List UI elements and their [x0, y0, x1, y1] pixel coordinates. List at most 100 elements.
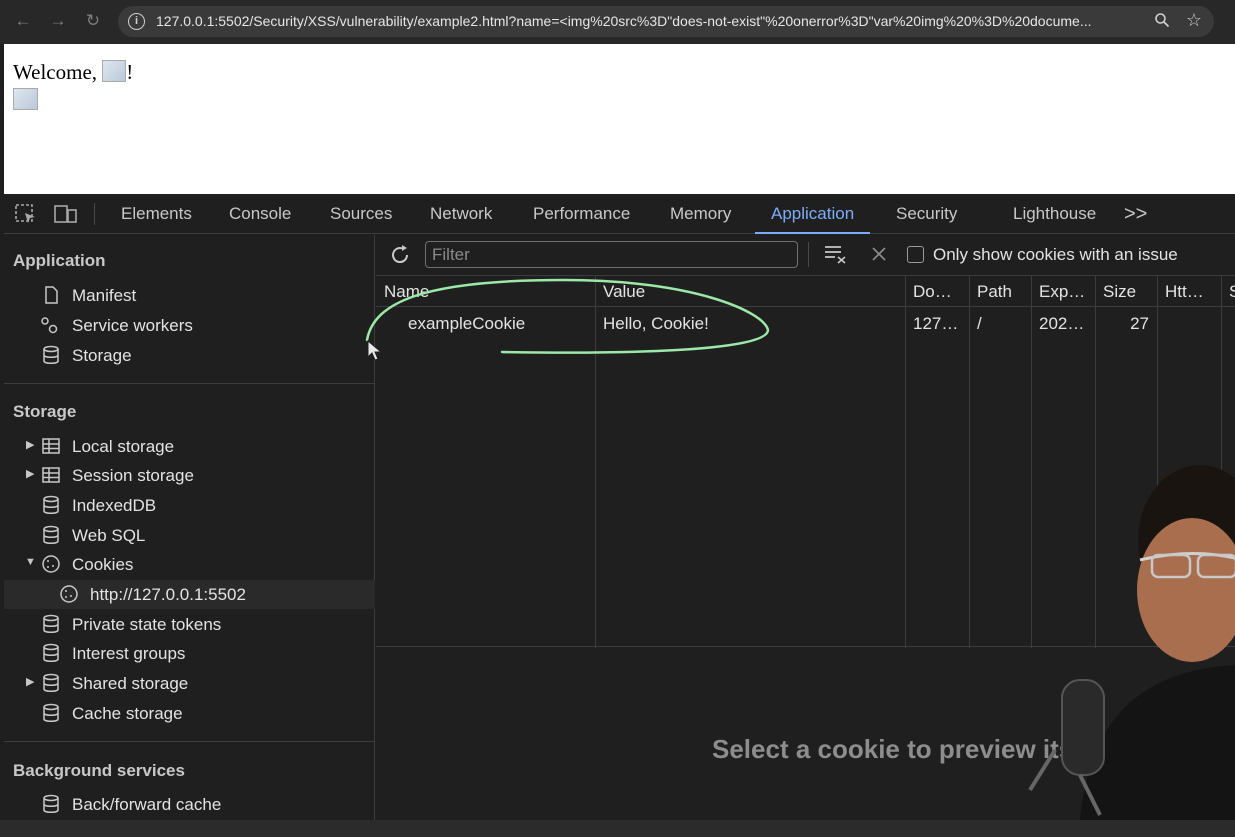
forward-icon[interactable]: →	[47, 10, 69, 32]
database-icon	[43, 703, 59, 722]
tab-elements[interactable]: Elements	[121, 194, 192, 234]
column-header-httponly[interactable]: Htt…	[1157, 276, 1221, 307]
tab-performance[interactable]: Performance	[533, 194, 630, 234]
database-icon	[43, 495, 59, 514]
tab-network[interactable]: Network	[430, 194, 492, 234]
tab-sources[interactable]: Sources	[330, 194, 392, 234]
mouse-cursor-icon	[367, 339, 383, 361]
expand-arrow-icon[interactable]: ▶	[26, 675, 34, 688]
section-divider	[4, 741, 375, 742]
cookie-icon	[42, 555, 60, 573]
sidebar-item-label: Storage	[72, 346, 132, 365]
sidebar-item-private-state-tokens[interactable]: Private state tokens	[4, 610, 375, 639]
sidebar-item-cookie-origin[interactable]: http://127.0.0.1:5502	[4, 580, 375, 609]
cookie-icon	[60, 585, 78, 603]
column-header-secure[interactable]: S	[1221, 276, 1235, 307]
window-bottom-bar	[0, 820, 1235, 837]
sidebar-item-label: Interest groups	[72, 644, 186, 663]
tab-lighthouse[interactable]: Lighthouse	[1013, 194, 1096, 234]
zoom-icon[interactable]	[1154, 12, 1170, 33]
sidebar-item-back-forward-cache[interactable]: Back/forward cache	[4, 790, 375, 819]
expand-arrow-icon[interactable]: ▶	[26, 438, 34, 451]
sidebar-item-label: Private state tokens	[72, 615, 222, 634]
welcome-prefix: Welcome,	[13, 60, 103, 84]
gears-icon	[41, 317, 58, 334]
collapse-arrow-icon[interactable]: ▼	[25, 556, 36, 568]
refresh-icon[interactable]	[388, 243, 412, 267]
database-icon	[43, 614, 59, 633]
page-viewport: Welcome, !	[4, 44, 1235, 194]
clear-filtered-cookies-icon[interactable]	[823, 242, 849, 266]
sidebar-item-label: Web SQL	[72, 526, 146, 545]
bookmark-star-icon[interactable]: ☆	[1186, 10, 1202, 31]
annotation-circle	[365, 278, 770, 354]
section-title-background-services: Background services	[13, 761, 185, 780]
delete-cookie-icon[interactable]	[870, 245, 888, 263]
presenter-image	[1028, 465, 1235, 820]
sidebar-item-label: Session storage	[72, 466, 194, 485]
sidebar-item-label: Manifest	[72, 286, 137, 305]
inspect-element-icon[interactable]	[14, 203, 38, 225]
sidebar-item-label: http://127.0.0.1:5502	[90, 585, 246, 604]
sidebar-item-indexeddb[interactable]: IndexedDB	[4, 491, 375, 520]
sidebar-item-interest-groups[interactable]: Interest groups	[4, 639, 375, 668]
tab-application[interactable]: Application	[755, 194, 871, 234]
device-toolbar-icon[interactable]	[54, 203, 78, 225]
column-header-path[interactable]: Path	[969, 276, 1031, 307]
filter-input[interactable]	[426, 242, 797, 267]
database-icon	[43, 643, 59, 662]
sidebar-item-label: IndexedDB	[72, 496, 157, 515]
sidebar-item-cache-storage[interactable]: Cache storage	[4, 699, 375, 728]
url-text[interactable]: 127.0.0.1:5502/Security/XSS/vulnerabilit…	[156, 6, 1146, 37]
column-header-size[interactable]: Size	[1095, 276, 1157, 307]
sidebar-item-shared-storage[interactable]: ▶ Shared storage	[4, 669, 375, 698]
sidebar-item-manifest[interactable]: Manifest	[4, 281, 375, 310]
sidebar-item-local-storage[interactable]: ▶ Local storage	[4, 432, 375, 461]
sidebar-item-label: Shared storage	[72, 674, 189, 693]
sidebar-item-storage[interactable]: Storage	[4, 341, 375, 370]
expand-arrow-icon[interactable]: ▶	[26, 467, 34, 480]
database-icon	[43, 345, 59, 364]
database-icon	[43, 525, 59, 544]
welcome-suffix: !	[126, 60, 134, 84]
sidebar-item-service-workers[interactable]: Service workers	[4, 311, 375, 340]
section-divider	[4, 383, 375, 384]
sidebar-item-cookies[interactable]: ▼ Cookies	[4, 550, 375, 579]
database-icon	[43, 794, 59, 813]
table-icon	[42, 467, 60, 483]
site-info-icon[interactable]: i	[128, 13, 145, 30]
tab-console[interactable]: Console	[229, 194, 291, 234]
sidebar-item-session-storage[interactable]: ▶ Session storage	[4, 461, 375, 490]
devtools-tab-bar: Elements Console Sources Network Perform…	[4, 194, 1235, 234]
cookie-path-cell[interactable]: /	[969, 307, 1031, 340]
cookie-domain-cell[interactable]: 127…	[905, 307, 969, 340]
sidebar-item-label: Cache storage	[72, 704, 183, 723]
tab-memory[interactable]: Memory	[670, 194, 731, 234]
address-bar[interactable]: i 127.0.0.1:5502/Security/XSS/vulnerabil…	[118, 6, 1214, 37]
sidebar-item-label: Local storage	[72, 437, 175, 456]
application-sidebar: Application Manifest Service workers Sto…	[4, 235, 375, 837]
sidebar-item-web-sql[interactable]: Web SQL	[4, 521, 375, 550]
reload-icon[interactable]: ↻	[82, 10, 104, 32]
column-header-expires[interactable]: Exp…	[1031, 276, 1095, 307]
tab-divider	[94, 203, 95, 225]
welcome-text: Welcome, !	[13, 60, 133, 85]
presenter-webcam-overlay	[960, 440, 1235, 820]
issue-filter-label: Only show cookies with an issue	[933, 245, 1178, 264]
issue-filter-checkbox[interactable]	[907, 246, 924, 263]
cookie-expires-cell[interactable]: 202…	[1031, 307, 1095, 340]
cookies-toolbar: Only show cookies with an issue	[376, 235, 1235, 275]
column-header-domain[interactable]: Do…	[905, 276, 969, 307]
filter-field[interactable]	[425, 241, 798, 268]
toolbar-divider	[808, 242, 809, 267]
section-title-application: Application	[13, 251, 106, 270]
back-icon[interactable]: ←	[12, 10, 34, 32]
broken-image-icon	[102, 60, 127, 82]
sidebar-item-label: Service workers	[72, 316, 193, 335]
database-icon	[43, 673, 59, 692]
cookie-size-cell[interactable]: 27	[1095, 307, 1157, 340]
tab-security[interactable]: Security	[896, 194, 957, 234]
more-tabs-button[interactable]: >>	[1124, 194, 1147, 234]
section-title-storage: Storage	[13, 402, 77, 421]
sidebar-item-label: Cookies	[72, 555, 134, 574]
